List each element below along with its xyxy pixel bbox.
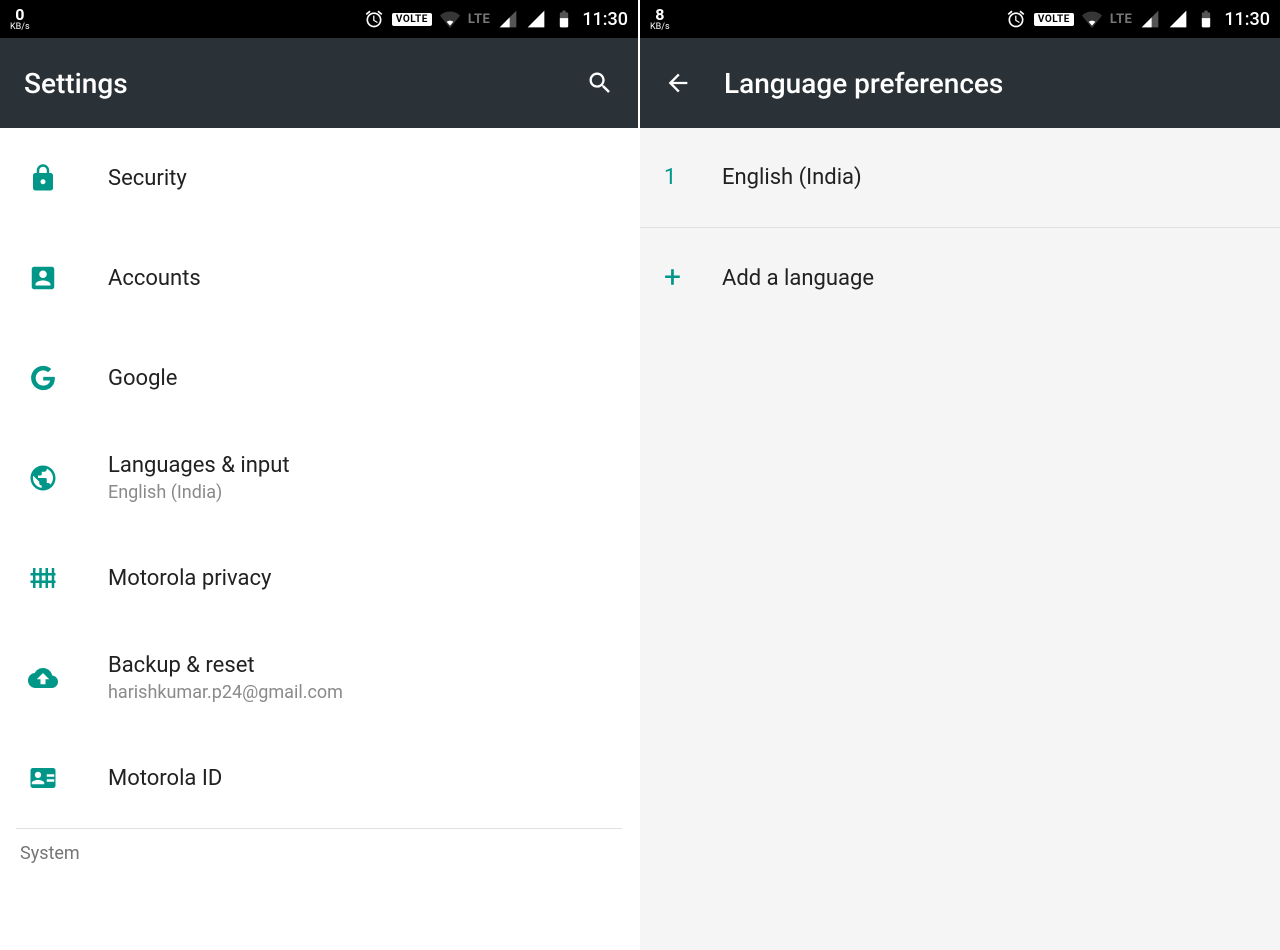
volte-badge: VOLTE <box>392 13 432 26</box>
status-bar: 0 KB/s VOLTE LTE 11:30 <box>0 0 638 38</box>
alarm-icon <box>1006 9 1026 29</box>
settings-item-label: Backup & reset <box>108 653 343 678</box>
settings-item-google[interactable]: Google <box>0 328 638 428</box>
battery-icon <box>554 9 574 29</box>
search-button[interactable] <box>586 69 614 97</box>
settings-item-label: Google <box>108 366 177 391</box>
settings-item-security[interactable]: Security <box>0 128 638 228</box>
network-speed: 0 KB/s <box>10 7 30 32</box>
language-preferences-screen: 8 KB/s VOLTE LTE 11:30 <box>640 0 1280 950</box>
settings-item-label: Motorola ID <box>108 766 222 791</box>
speed-unit: KB/s <box>10 23 30 32</box>
add-language-button[interactable]: + Add a language <box>640 228 1280 328</box>
lte-label: LTE <box>1110 12 1132 27</box>
signal-icon-1 <box>1140 9 1160 29</box>
alarm-icon <box>364 9 384 29</box>
settings-item-motorola-id[interactable]: Motorola ID <box>0 728 638 828</box>
settings-item-label: Languages & input <box>108 453 290 478</box>
plus-icon: + <box>664 263 704 293</box>
app-bar: Settings <box>0 38 638 128</box>
section-header-system: System <box>0 829 638 864</box>
network-speed: 8 KB/s <box>650 7 670 32</box>
wifi-icon <box>1082 9 1102 29</box>
speed-value: 0 <box>15 7 24 23</box>
fence-icon <box>28 563 76 593</box>
settings-item-sublabel: English (India) <box>108 482 290 503</box>
lte-label: LTE <box>468 12 490 27</box>
settings-item-label: Accounts <box>108 266 201 291</box>
app-bar: Language preferences <box>640 38 1280 128</box>
back-button[interactable] <box>664 69 692 97</box>
google-icon <box>28 363 76 393</box>
settings-item-motorola-privacy[interactable]: Motorola privacy <box>0 528 638 628</box>
id-card-icon <box>28 763 76 793</box>
app-bar-title: Settings <box>24 67 128 100</box>
battery-icon <box>1196 9 1216 29</box>
settings-list: Security Accounts Google Languages <box>0 128 638 950</box>
settings-item-label: Motorola privacy <box>108 566 271 591</box>
settings-item-languages[interactable]: Languages & input English (India) <box>0 428 638 528</box>
speed-value: 8 <box>655 7 664 23</box>
lock-icon <box>28 163 76 193</box>
app-bar-title: Language preferences <box>724 67 1003 100</box>
status-icons: VOLTE LTE 11:30 <box>364 9 628 30</box>
signal-icon-2 <box>1168 9 1188 29</box>
settings-item-sublabel: harishkumar.p24@gmail.com <box>108 682 343 703</box>
add-language-label: Add a language <box>722 266 874 291</box>
settings-item-backup-reset[interactable]: Backup & reset harishkumar.p24@gmail.com <box>0 628 638 728</box>
account-icon <box>28 263 76 293</box>
settings-screen: 0 KB/s VOLTE LTE 11:30 Settings <box>0 0 640 950</box>
globe-icon <box>28 463 76 493</box>
settings-item-accounts[interactable]: Accounts <box>0 228 638 328</box>
status-bar: 8 KB/s VOLTE LTE 11:30 <box>640 0 1280 38</box>
signal-icon-1 <box>498 9 518 29</box>
clock-time: 11:30 <box>1224 9 1270 30</box>
settings-item-label: Security <box>108 166 187 191</box>
language-list: 1 English (India) + Add a language <box>640 128 1280 950</box>
wifi-icon <box>440 9 460 29</box>
volte-badge: VOLTE <box>1034 13 1074 26</box>
clock-time: 11:30 <box>582 9 628 30</box>
speed-unit: KB/s <box>650 23 670 32</box>
language-index: 1 <box>664 165 704 190</box>
language-item[interactable]: 1 English (India) <box>640 128 1280 228</box>
signal-icon-2 <box>526 9 546 29</box>
status-icons: VOLTE LTE 11:30 <box>1006 9 1270 30</box>
cloud-upload-icon <box>28 663 76 693</box>
language-label: English (India) <box>722 165 862 190</box>
